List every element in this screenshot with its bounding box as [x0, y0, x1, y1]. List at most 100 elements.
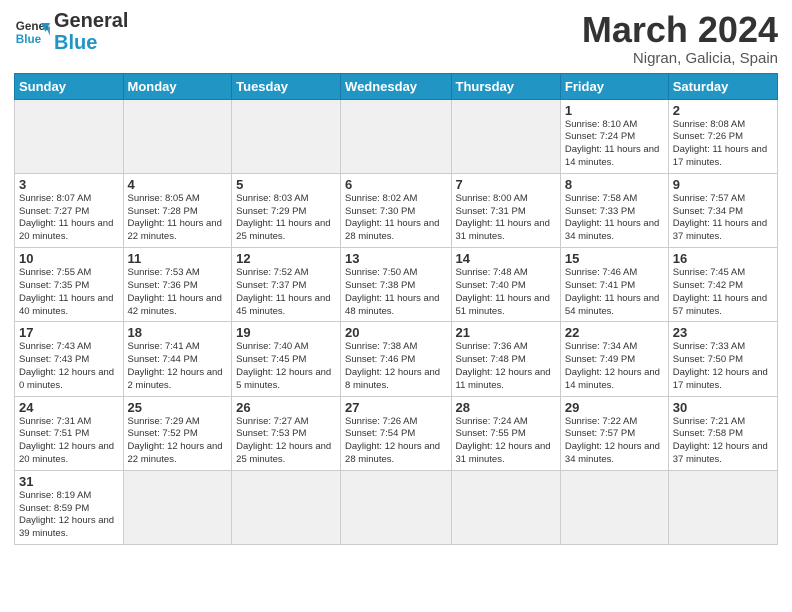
calendar-week-row: 17Sunrise: 7:43 AM Sunset: 7:43 PM Dayli… [15, 322, 778, 396]
calendar-week-row: 31Sunrise: 8:19 AM Sunset: 8:59 PM Dayli… [15, 470, 778, 544]
day-number: 6 [345, 177, 446, 192]
day-number: 5 [236, 177, 336, 192]
day-info: Sunrise: 8:05 AM Sunset: 7:28 PM Dayligh… [128, 193, 228, 244]
day-number: 3 [19, 177, 119, 192]
calendar-cell [15, 99, 124, 173]
calendar-cell: 1Sunrise: 8:10 AM Sunset: 7:24 PM Daylig… [560, 99, 668, 173]
day-number: 24 [19, 400, 119, 415]
calendar-cell: 29Sunrise: 7:22 AM Sunset: 7:57 PM Dayli… [560, 396, 668, 470]
calendar-header-sunday: Sunday [15, 73, 124, 99]
calendar-week-row: 1Sunrise: 8:10 AM Sunset: 7:24 PM Daylig… [15, 99, 778, 173]
calendar-cell [341, 470, 451, 544]
calendar-cell: 2Sunrise: 8:08 AM Sunset: 7:26 PM Daylig… [668, 99, 777, 173]
day-number: 1 [565, 103, 664, 118]
calendar-cell: 25Sunrise: 7:29 AM Sunset: 7:52 PM Dayli… [123, 396, 232, 470]
calendar-cell [232, 99, 341, 173]
day-number: 29 [565, 400, 664, 415]
calendar-cell [123, 99, 232, 173]
calendar-cell: 4Sunrise: 8:05 AM Sunset: 7:28 PM Daylig… [123, 173, 232, 247]
day-info: Sunrise: 8:03 AM Sunset: 7:29 PM Dayligh… [236, 193, 336, 244]
day-number: 14 [456, 251, 556, 266]
calendar-cell [451, 470, 560, 544]
day-number: 4 [128, 177, 228, 192]
day-number: 17 [19, 325, 119, 340]
day-info: Sunrise: 7:52 AM Sunset: 7:37 PM Dayligh… [236, 267, 336, 318]
calendar-cell: 15Sunrise: 7:46 AM Sunset: 7:41 PM Dayli… [560, 248, 668, 322]
day-info: Sunrise: 8:00 AM Sunset: 7:31 PM Dayligh… [456, 193, 556, 244]
calendar-header-row: SundayMondayTuesdayWednesdayThursdayFrid… [15, 73, 778, 99]
calendar-cell: 5Sunrise: 8:03 AM Sunset: 7:29 PM Daylig… [232, 173, 341, 247]
logo-blue: Blue [54, 32, 128, 54]
month-title: March 2024 [582, 10, 778, 50]
calendar-header-tuesday: Tuesday [232, 73, 341, 99]
day-number: 21 [456, 325, 556, 340]
calendar-week-row: 10Sunrise: 7:55 AM Sunset: 7:35 PM Dayli… [15, 248, 778, 322]
day-number: 18 [128, 325, 228, 340]
calendar-header-wednesday: Wednesday [341, 73, 451, 99]
calendar-cell: 30Sunrise: 7:21 AM Sunset: 7:58 PM Dayli… [668, 396, 777, 470]
calendar-cell: 3Sunrise: 8:07 AM Sunset: 7:27 PM Daylig… [15, 173, 124, 247]
day-info: Sunrise: 7:58 AM Sunset: 7:33 PM Dayligh… [565, 193, 664, 244]
title-block: March 2024 Nigran, Galicia, Spain [582, 10, 778, 67]
calendar-cell: 19Sunrise: 7:40 AM Sunset: 7:45 PM Dayli… [232, 322, 341, 396]
calendar-cell: 7Sunrise: 8:00 AM Sunset: 7:31 PM Daylig… [451, 173, 560, 247]
day-info: Sunrise: 8:10 AM Sunset: 7:24 PM Dayligh… [565, 119, 664, 170]
calendar-cell [123, 470, 232, 544]
calendar-cell [341, 99, 451, 173]
day-number: 16 [673, 251, 773, 266]
day-number: 2 [673, 103, 773, 118]
day-info: Sunrise: 7:53 AM Sunset: 7:36 PM Dayligh… [128, 267, 228, 318]
day-number: 23 [673, 325, 773, 340]
calendar-cell: 31Sunrise: 8:19 AM Sunset: 8:59 PM Dayli… [15, 470, 124, 544]
day-number: 25 [128, 400, 228, 415]
calendar-cell: 18Sunrise: 7:41 AM Sunset: 7:44 PM Dayli… [123, 322, 232, 396]
day-number: 30 [673, 400, 773, 415]
logo: General Blue General Blue [14, 10, 128, 54]
day-number: 20 [345, 325, 446, 340]
day-info: Sunrise: 7:45 AM Sunset: 7:42 PM Dayligh… [673, 267, 773, 318]
day-info: Sunrise: 7:22 AM Sunset: 7:57 PM Dayligh… [565, 416, 664, 467]
day-info: Sunrise: 7:27 AM Sunset: 7:53 PM Dayligh… [236, 416, 336, 467]
calendar-cell: 8Sunrise: 7:58 AM Sunset: 7:33 PM Daylig… [560, 173, 668, 247]
calendar-cell: 11Sunrise: 7:53 AM Sunset: 7:36 PM Dayli… [123, 248, 232, 322]
day-number: 11 [128, 251, 228, 266]
day-info: Sunrise: 7:38 AM Sunset: 7:46 PM Dayligh… [345, 341, 446, 392]
day-number: 13 [345, 251, 446, 266]
header: General Blue General Blue March 2024 Nig… [14, 10, 778, 67]
day-info: Sunrise: 8:02 AM Sunset: 7:30 PM Dayligh… [345, 193, 446, 244]
calendar-cell: 12Sunrise: 7:52 AM Sunset: 7:37 PM Dayli… [232, 248, 341, 322]
day-info: Sunrise: 7:43 AM Sunset: 7:43 PM Dayligh… [19, 341, 119, 392]
day-number: 8 [565, 177, 664, 192]
logo-icon: General Blue [14, 14, 50, 50]
day-info: Sunrise: 7:33 AM Sunset: 7:50 PM Dayligh… [673, 341, 773, 392]
day-number: 28 [456, 400, 556, 415]
calendar-header-thursday: Thursday [451, 73, 560, 99]
day-number: 15 [565, 251, 664, 266]
calendar-header-saturday: Saturday [668, 73, 777, 99]
day-info: Sunrise: 7:26 AM Sunset: 7:54 PM Dayligh… [345, 416, 446, 467]
svg-text:Blue: Blue [16, 33, 42, 46]
calendar-cell: 16Sunrise: 7:45 AM Sunset: 7:42 PM Dayli… [668, 248, 777, 322]
calendar-cell: 22Sunrise: 7:34 AM Sunset: 7:49 PM Dayli… [560, 322, 668, 396]
calendar-cell [560, 470, 668, 544]
calendar-cell: 23Sunrise: 7:33 AM Sunset: 7:50 PM Dayli… [668, 322, 777, 396]
day-info: Sunrise: 7:21 AM Sunset: 7:58 PM Dayligh… [673, 416, 773, 467]
day-number: 31 [19, 474, 119, 489]
day-info: Sunrise: 7:50 AM Sunset: 7:38 PM Dayligh… [345, 267, 446, 318]
day-number: 9 [673, 177, 773, 192]
calendar-table: SundayMondayTuesdayWednesdayThursdayFrid… [14, 73, 778, 546]
calendar-week-row: 24Sunrise: 7:31 AM Sunset: 7:51 PM Dayli… [15, 396, 778, 470]
day-info: Sunrise: 7:40 AM Sunset: 7:45 PM Dayligh… [236, 341, 336, 392]
calendar-cell: 14Sunrise: 7:48 AM Sunset: 7:40 PM Dayli… [451, 248, 560, 322]
calendar-cell: 20Sunrise: 7:38 AM Sunset: 7:46 PM Dayli… [341, 322, 451, 396]
day-info: Sunrise: 7:41 AM Sunset: 7:44 PM Dayligh… [128, 341, 228, 392]
calendar-cell: 10Sunrise: 7:55 AM Sunset: 7:35 PM Dayli… [15, 248, 124, 322]
calendar-cell [668, 470, 777, 544]
calendar-cell: 26Sunrise: 7:27 AM Sunset: 7:53 PM Dayli… [232, 396, 341, 470]
day-info: Sunrise: 8:08 AM Sunset: 7:26 PM Dayligh… [673, 119, 773, 170]
page: General Blue General Blue March 2024 Nig… [0, 0, 792, 555]
day-info: Sunrise: 7:55 AM Sunset: 7:35 PM Dayligh… [19, 267, 119, 318]
day-info: Sunrise: 7:29 AM Sunset: 7:52 PM Dayligh… [128, 416, 228, 467]
day-info: Sunrise: 8:19 AM Sunset: 8:59 PM Dayligh… [19, 490, 119, 541]
logo-general: General [54, 10, 128, 32]
